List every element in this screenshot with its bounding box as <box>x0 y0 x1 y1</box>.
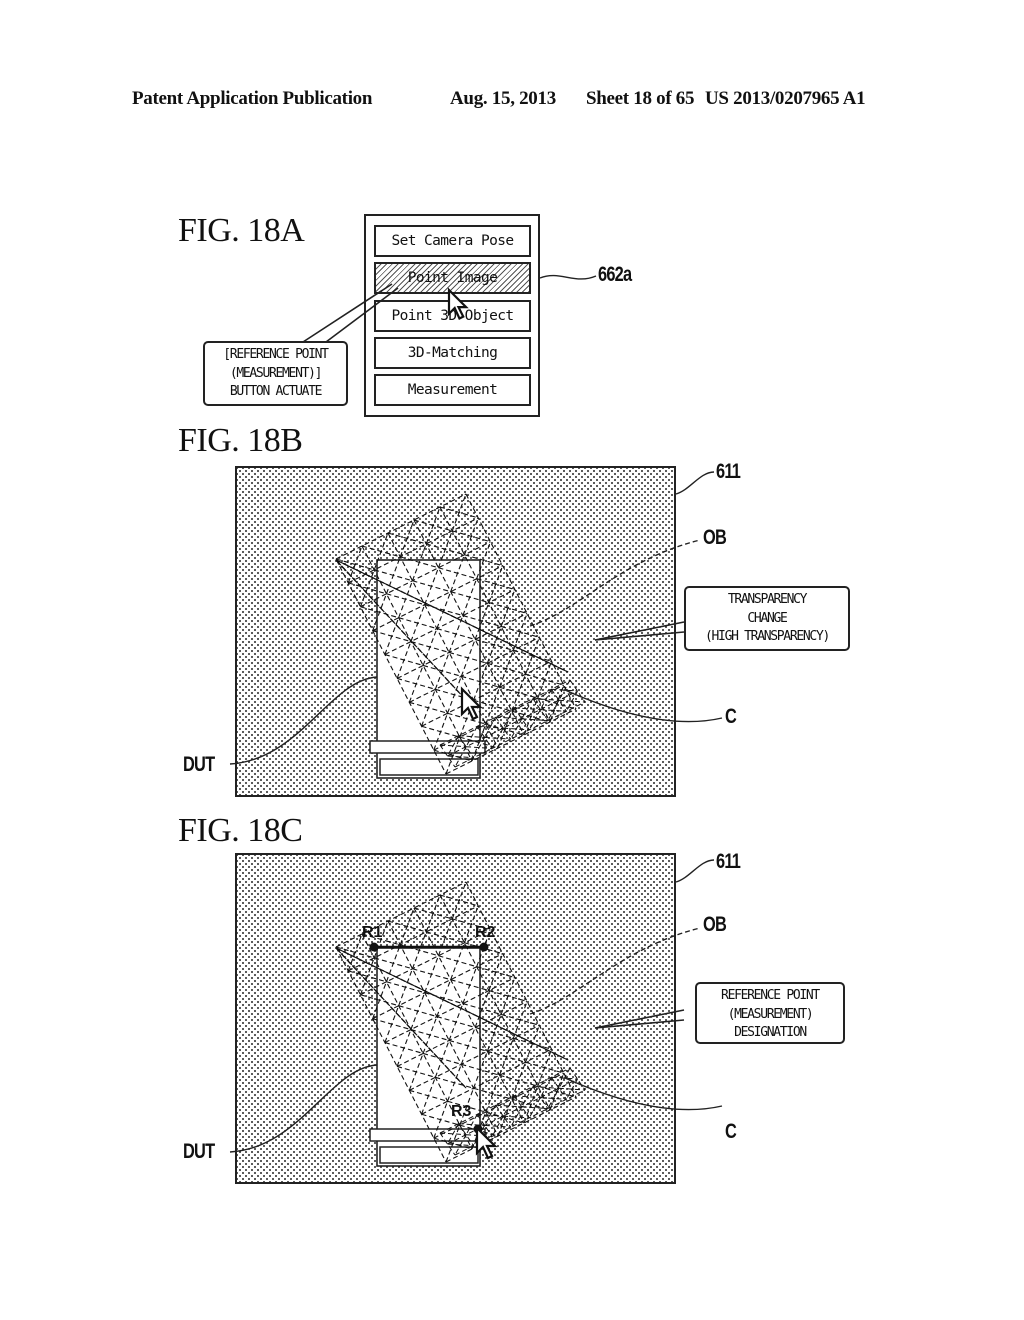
leader-line <box>302 283 393 343</box>
callout-pointer <box>594 1019 685 1029</box>
callout-pointer <box>594 1009 685 1029</box>
fig-18c-drawing <box>229 859 723 1167</box>
reference-point-label: R3 <box>451 1103 472 1120</box>
dut-base <box>379 1146 479 1164</box>
dut-base <box>379 758 479 776</box>
ref-ob-leader <box>529 927 701 1015</box>
fig-18a-lines <box>302 274 597 343</box>
ref-dut-leader <box>229 1064 378 1153</box>
ref-611-leader <box>675 471 715 495</box>
ref-611-leader <box>675 859 715 883</box>
reference-point-marker <box>369 942 379 952</box>
mouse-cursor-icon <box>447 287 469 320</box>
callout-pointer <box>594 621 685 641</box>
reference-point-marker <box>479 942 489 952</box>
fig-18b-drawing <box>229 471 723 779</box>
ref-662a-leader <box>539 274 597 280</box>
ref-dut-leader <box>229 676 378 765</box>
ref-ob-leader <box>529 539 701 627</box>
callout-pointer <box>594 631 685 641</box>
ref-c-leader <box>564 1077 723 1111</box>
drawing-overlay: R1 R2 R3 <box>229 274 723 1167</box>
leader-line <box>325 287 399 343</box>
reference-point-label: R1 <box>362 924 383 941</box>
reference-point-label: R2 <box>475 924 496 941</box>
ref-c-leader <box>564 689 723 723</box>
